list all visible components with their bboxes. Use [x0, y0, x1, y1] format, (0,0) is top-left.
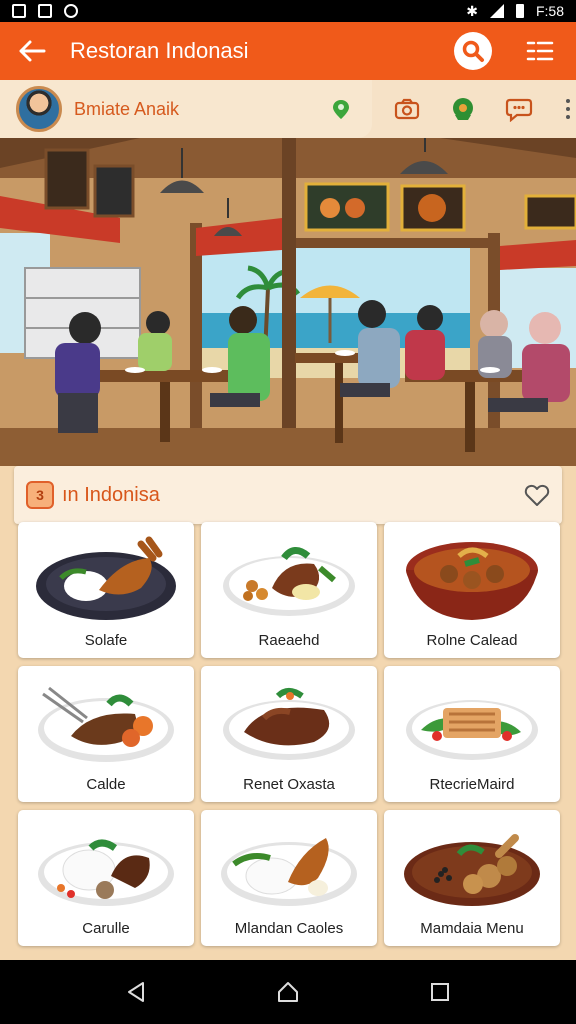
gallery-notification-icon: [12, 4, 26, 18]
status-time: F:58: [535, 3, 564, 19]
menu-item-card[interactable]: Carulle: [18, 810, 194, 946]
food-bowl-icon: [453, 98, 473, 120]
menu-item-card[interactable]: Solafe: [18, 522, 194, 658]
camera-icon: [394, 98, 420, 120]
more-dot-icon: [566, 115, 570, 119]
dish-name: Mlandan Caoles: [234, 920, 344, 937]
battery-icon: [515, 4, 524, 18]
status-bar: ✱ F:58: [0, 0, 576, 22]
profile-card[interactable]: Bmiate Anaik: [0, 80, 372, 138]
dish-name: RtecrieMaird: [429, 776, 515, 793]
menu-item-card[interactable]: Raeaehd: [201, 522, 377, 658]
restaurant-hero-image: [0, 138, 576, 466]
dish-illustration: [38, 839, 174, 906]
dish-illustration: [38, 686, 174, 762]
chat-button[interactable]: [504, 94, 534, 124]
category-badge-icon: 3: [26, 481, 54, 509]
dish-illustration: [223, 688, 355, 760]
dish-illustration: [406, 542, 538, 620]
avatar[interactable]: [16, 86, 62, 132]
nav-back-button[interactable]: [116, 972, 156, 1012]
menu-item-card[interactable]: Calde: [18, 666, 194, 802]
dish-name: Calde: [86, 776, 126, 793]
dish-name: Solafe: [84, 632, 128, 649]
menu-item-card[interactable]: Mamdaia Menu: [384, 810, 560, 946]
photo-button[interactable]: [392, 94, 422, 124]
location-pin-icon[interactable]: [330, 98, 352, 120]
menu-item-card[interactable]: Renet Oxasta: [201, 666, 377, 802]
favorite-button[interactable]: [522, 480, 552, 510]
dish-name: Mamdaia Menu: [420, 920, 524, 937]
menu-item-card[interactable]: Mlandan Caoles: [201, 810, 377, 946]
dish-illustration: [404, 834, 540, 906]
back-triangle-icon: [128, 982, 144, 1002]
dish-name: Raeaehd: [258, 632, 320, 649]
dish-name: Rolne Calead: [426, 632, 518, 649]
search-icon: [462, 40, 484, 62]
recents-square-icon: [431, 983, 449, 1001]
food-button[interactable]: [448, 94, 478, 124]
more-dot-icon: [566, 99, 570, 103]
section-title: ın Indonisa: [62, 483, 160, 506]
list-menu-icon: [526, 41, 554, 61]
nav-recents-button[interactable]: [420, 972, 460, 1012]
restaurant-interior-illustration: [0, 138, 576, 466]
system-navigation-bar: [0, 960, 576, 1024]
menu-item-card[interactable]: Rolne Calead: [384, 522, 560, 658]
more-dot-icon: [566, 107, 570, 111]
menu-item-card[interactable]: RtecrieMaird: [384, 666, 560, 802]
search-button[interactable]: [454, 32, 492, 70]
mail-notification-icon: [38, 4, 52, 18]
nav-home-button[interactable]: [268, 972, 308, 1012]
chat-bubble-icon: [505, 98, 533, 122]
signal-icon: [489, 4, 504, 18]
menu-button[interactable]: [520, 22, 560, 80]
dish-name: Renet Oxasta: [243, 776, 335, 793]
app-notification-icon: [64, 4, 78, 18]
page-title: Restoran Indonasi: [70, 38, 249, 63]
profile-strip: Bmiate Anaik: [0, 80, 576, 138]
dish-illustration: [36, 536, 176, 620]
menu-grid: Solafe Raeaehd Rolne Calead Calde Renet …: [18, 522, 560, 946]
back-button[interactable]: [0, 22, 64, 80]
profile-name: Bmiate Anaik: [74, 98, 180, 119]
heart-icon: [524, 484, 550, 506]
dish-name: Carulle: [82, 920, 130, 937]
section-header: 3 ın Indonisa: [14, 466, 562, 524]
dish-illustration: [223, 547, 355, 616]
dish-illustration: [406, 700, 538, 760]
more-options-button[interactable]: [560, 94, 576, 124]
dish-illustration: [221, 838, 357, 906]
app-bar: Restoran Indonasi: [0, 22, 576, 80]
back-arrow-icon: [19, 40, 46, 62]
home-icon: [278, 982, 298, 1002]
bluetooth-icon: ✱: [466, 2, 478, 19]
